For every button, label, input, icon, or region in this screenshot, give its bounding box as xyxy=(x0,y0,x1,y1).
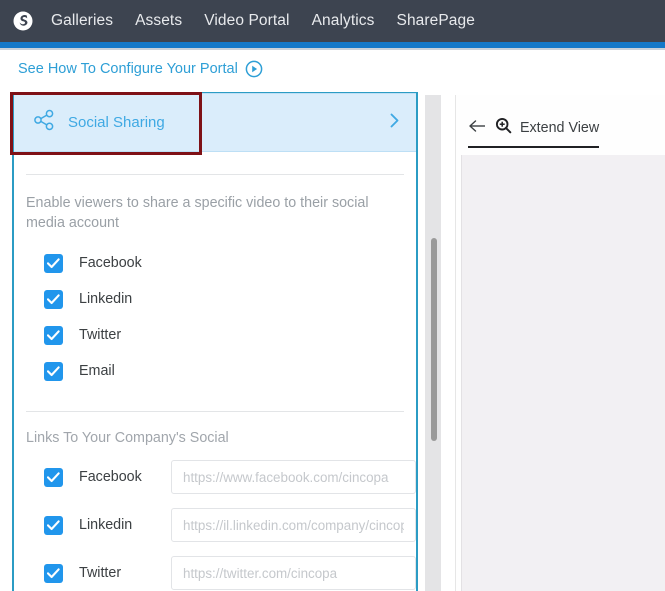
share-option-label: Facebook xyxy=(79,255,142,271)
preview-canvas[interactable] xyxy=(461,155,665,591)
checkbox-link-facebook[interactable] xyxy=(44,467,63,487)
company-link-label: Twitter xyxy=(79,565,122,581)
checkbox-facebook[interactable] xyxy=(44,253,63,273)
company-link-label: Facebook xyxy=(79,469,142,485)
nav-item-video-portal[interactable]: Video Portal xyxy=(193,0,300,42)
nav-item-analytics[interactable]: Analytics xyxy=(301,0,386,42)
share-option-linkedin[interactable]: Linkedin xyxy=(44,281,416,317)
panel-scrollbar-thumb[interactable] xyxy=(431,238,437,441)
checkbox-email[interactable] xyxy=(44,361,63,381)
preview-panel: Extend View xyxy=(455,95,665,591)
nav-item-galleries[interactable]: Galleries xyxy=(40,0,124,42)
social-sharing-title: Social Sharing xyxy=(68,114,165,131)
top-navigation-bar: Galleries Assets Video Portal Analytics … xyxy=(0,0,665,42)
configure-portal-link-label: See How To Configure Your Portal xyxy=(18,61,238,77)
checkbox-twitter[interactable] xyxy=(44,325,63,345)
checkbox-linkedin[interactable] xyxy=(44,289,63,309)
configure-portal-link[interactable]: See How To Configure Your Portal xyxy=(18,60,263,78)
extend-view-control[interactable]: Extend View xyxy=(468,117,599,148)
checkbox-link-linkedin[interactable] xyxy=(44,515,63,535)
share-nodes-icon xyxy=(32,109,56,136)
share-option-facebook[interactable]: Facebook xyxy=(44,245,416,281)
company-link-row-facebook: Facebook xyxy=(44,460,416,494)
arrow-left-icon[interactable] xyxy=(468,119,487,138)
share-option-email[interactable]: Email xyxy=(44,353,416,389)
twitter-url-input[interactable] xyxy=(171,556,416,590)
divider-links xyxy=(26,411,404,412)
nav-item-assets[interactable]: Assets xyxy=(124,0,193,42)
company-social-links-section: Links To Your Company's Social Facebook … xyxy=(14,430,416,590)
divider-top xyxy=(26,174,404,175)
facebook-url-input[interactable] xyxy=(171,460,416,494)
play-circle-icon[interactable] xyxy=(245,60,263,78)
share-option-label: Twitter xyxy=(79,327,122,343)
company-link-row-twitter: Twitter xyxy=(44,556,416,590)
nav-item-sharepage[interactable]: SharePage xyxy=(386,0,486,42)
company-link-label: Linkedin xyxy=(79,517,133,533)
company-social-links-title: Links To Your Company's Social xyxy=(26,430,229,446)
settings-panel: Social Sharing Enable viewers to share a… xyxy=(12,92,418,591)
configure-bar: See How To Configure Your Portal xyxy=(0,50,665,92)
cincopa-s-logo-icon[interactable] xyxy=(6,0,40,42)
checkbox-link-twitter[interactable] xyxy=(44,563,63,583)
share-option-label: Linkedin xyxy=(79,291,133,307)
app-root: Galleries Assets Video Portal Analytics … xyxy=(0,0,665,591)
chevron-right-icon[interactable] xyxy=(389,112,400,133)
company-link-row-linkedin: Linkedin xyxy=(44,508,416,542)
share-option-twitter[interactable]: Twitter xyxy=(44,317,416,353)
share-options-list: Facebook Linkedin Twitter Email xyxy=(14,245,416,389)
social-sharing-description: Enable viewers to share a specific video… xyxy=(26,195,369,231)
extend-view-label: Extend View xyxy=(520,120,600,136)
social-sharing-section-header[interactable]: Social Sharing xyxy=(14,93,416,152)
share-option-label: Email xyxy=(79,363,115,379)
linkedin-url-input[interactable] xyxy=(171,508,416,542)
magnifier-plus-icon[interactable] xyxy=(495,117,512,139)
